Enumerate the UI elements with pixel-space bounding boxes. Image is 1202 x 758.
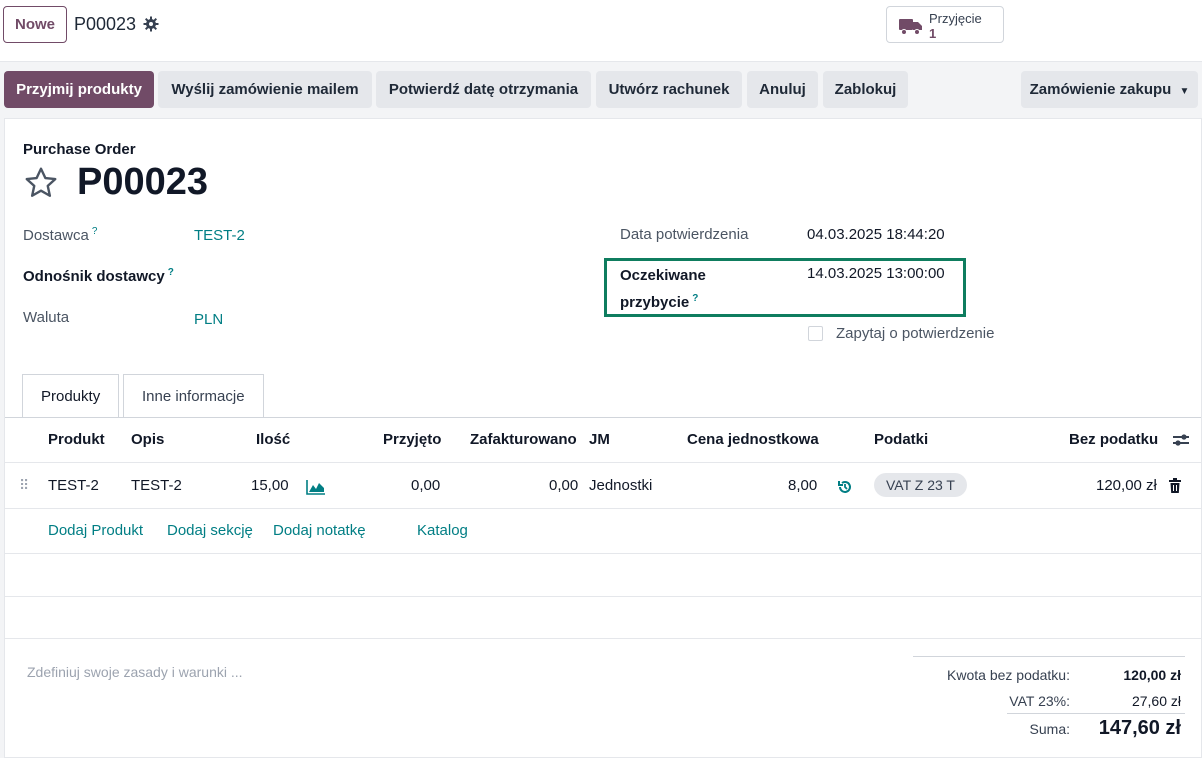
- confirm-date-field[interactable]: 04.03.2025 18:44:20: [807, 226, 945, 243]
- receipt-smart-button[interactable]: Przyjęcie 1: [886, 6, 1004, 43]
- vendor-field[interactable]: TEST-2: [194, 227, 245, 244]
- row-product[interactable]: TEST-2: [48, 477, 99, 494]
- row-divider: [5, 638, 1201, 639]
- column-settings-icon[interactable]: [1172, 432, 1190, 448]
- vendor-ref-label: Odnośnik dostawcy?: [23, 267, 174, 285]
- col-header-unit-price[interactable]: Cena jednostkowa: [687, 431, 819, 448]
- expected-arrival-label: Oczekiwane przybycie?: [620, 267, 706, 311]
- send-email-button[interactable]: Wyślij zamówienie mailem: [158, 71, 372, 108]
- add-section-link[interactable]: Dodaj sekcję: [167, 522, 253, 539]
- add-note-link[interactable]: Dodaj notatkę: [273, 522, 366, 539]
- row-description[interactable]: TEST-2: [131, 477, 182, 494]
- col-header-taxes[interactable]: Podatki: [874, 431, 928, 448]
- col-header-product[interactable]: Produkt: [48, 431, 105, 448]
- ask-confirmation-label: Zapytaj o potwierdzenie: [836, 325, 995, 342]
- truck-icon: [899, 19, 922, 35]
- add-product-link[interactable]: Dodaj Produkt: [48, 522, 143, 539]
- expected-arrival-field[interactable]: 14.03.2025 13:00:00: [807, 265, 945, 282]
- vat-label: VAT 23%:: [1009, 693, 1070, 709]
- total-label: Suma:: [1029, 721, 1070, 737]
- col-header-invoiced[interactable]: Zafakturowano: [470, 431, 577, 448]
- col-header-uom[interactable]: JM: [589, 431, 610, 448]
- untaxed-label: Kwota bez podatku:: [947, 667, 1070, 683]
- purchase-order-print-dropdown[interactable]: Zamówienie zakupu ▼: [1021, 71, 1198, 108]
- form-sheet: Purchase Order P00023 Dostawca? TEST-2 O…: [4, 118, 1202, 758]
- terms-conditions-input[interactable]: Zdefiniuj swoje zasady i warunki ...: [27, 664, 243, 680]
- col-header-subtotal[interactable]: Bez podatku: [1069, 431, 1158, 448]
- col-header-qty[interactable]: Ilość: [256, 431, 290, 448]
- lock-button[interactable]: Zablokuj: [823, 71, 908, 108]
- cancel-button[interactable]: Anuluj: [747, 71, 818, 108]
- drag-handle-icon[interactable]: ⠿: [19, 477, 29, 494]
- tax-badge[interactable]: VAT Z 23 T: [874, 473, 967, 497]
- totals-divider: [913, 656, 1185, 657]
- total-value: 147,60 zł: [1098, 717, 1181, 739]
- tab-divider: [5, 417, 1201, 418]
- row-invoiced: 0,00: [549, 477, 579, 494]
- row-qty[interactable]: 15,00: [251, 477, 289, 494]
- untaxed-value: 120,00 zł: [1123, 667, 1181, 683]
- help-icon[interactable]: ?: [692, 293, 698, 304]
- total-divider: [1007, 713, 1185, 714]
- action-bar: Przyjmij produkty Wyślij zamówienie mail…: [0, 62, 1202, 117]
- header-divider: [5, 462, 1201, 463]
- col-header-received[interactable]: Przyjęto: [383, 431, 441, 448]
- breadcrumb-record-name: P00023: [74, 14, 137, 34]
- confirm-date-button[interactable]: Potwierdź datę otrzymania: [376, 71, 591, 108]
- row-divider: [5, 596, 1201, 597]
- receive-products-button[interactable]: Przyjmij produkty: [4, 71, 154, 108]
- vendor-ref-field[interactable]: [194, 267, 554, 287]
- caret-down-icon: ▼: [1179, 86, 1190, 97]
- tab-other-info[interactable]: Inne informacje: [123, 374, 264, 418]
- star-icon[interactable]: [23, 165, 59, 201]
- help-icon[interactable]: ?: [92, 226, 98, 237]
- receipt-label: Przyjęcie: [929, 11, 982, 26]
- row-divider: [5, 553, 1201, 554]
- page-title: P00023: [77, 161, 209, 203]
- row-unit-price[interactable]: 8,00: [788, 477, 817, 494]
- row-divider: [5, 508, 1201, 509]
- currency-field[interactable]: PLN: [194, 311, 223, 328]
- gear-icon[interactable]: [143, 16, 159, 32]
- receipt-count: 1: [929, 26, 937, 41]
- row-uom[interactable]: Jednostki: [589, 477, 652, 494]
- confirm-date-label: Data potwierdzenia: [620, 226, 749, 243]
- forecast-chart-icon[interactable]: [306, 479, 326, 495]
- col-header-description[interactable]: Opis: [131, 431, 164, 448]
- vat-value: 27,60 zł: [1131, 693, 1181, 709]
- document-type: Purchase Order: [23, 141, 136, 158]
- catalog-link[interactable]: Katalog: [417, 522, 468, 539]
- row-subtotal: 120,00 zł: [1096, 477, 1157, 494]
- history-icon[interactable]: [837, 479, 853, 495]
- create-bill-button[interactable]: Utwórz rachunek: [596, 71, 742, 108]
- help-icon[interactable]: ?: [168, 267, 174, 278]
- ask-confirmation-checkbox[interactable]: [808, 326, 823, 341]
- new-button[interactable]: Nowe: [3, 6, 68, 43]
- print-dropdown-label: Zamówienie zakupu: [1029, 81, 1172, 98]
- vendor-label: Dostawca?: [23, 226, 98, 244]
- row-received: 0,00: [411, 477, 441, 494]
- control-panel: Nowe P00023 Przyjęcie 1: [0, 0, 1202, 62]
- trash-icon[interactable]: [1168, 478, 1182, 494]
- tab-products[interactable]: Produkty: [22, 374, 120, 418]
- currency-label: Waluta: [23, 309, 70, 326]
